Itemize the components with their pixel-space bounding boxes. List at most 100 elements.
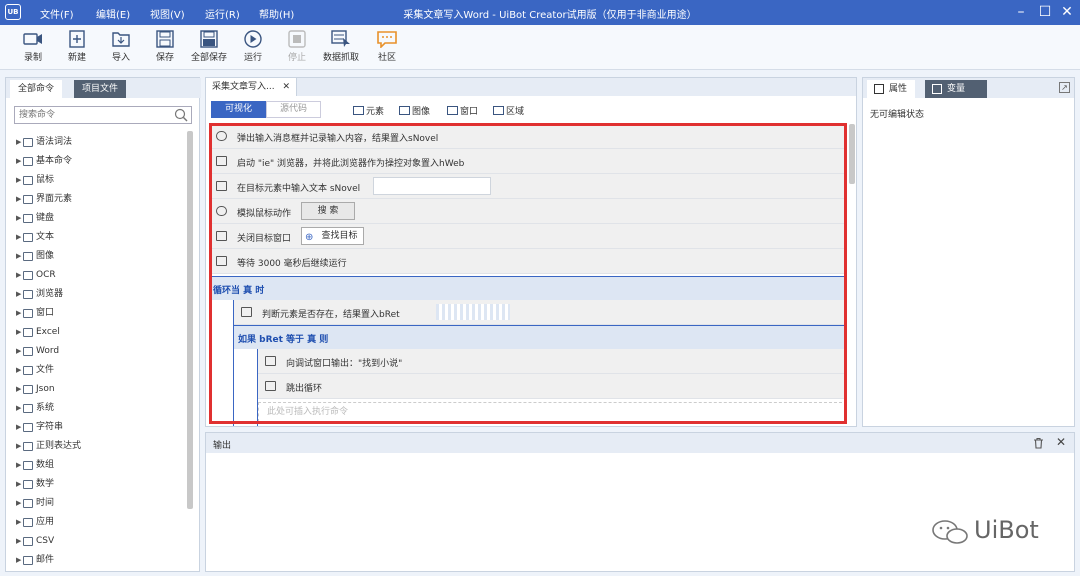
command-category[interactable]: ▶ 文本: [14, 228, 189, 247]
expand-arrow-icon[interactable]: ▶: [16, 437, 21, 456]
expand-arrow-icon[interactable]: ▶: [16, 266, 21, 285]
command-category[interactable]: ▶ 图像: [14, 247, 189, 266]
command-category[interactable]: ▶ 基本命令: [14, 152, 189, 171]
visual-mode-button[interactable]: 可视化: [211, 101, 266, 118]
flow-command-row[interactable]: 向调试窗口输出："找到小说": [258, 349, 847, 374]
expand-arrow-icon[interactable]: ▶: [16, 171, 21, 190]
command-category[interactable]: ▶ OCR: [14, 266, 189, 285]
expand-arrow-icon[interactable]: ▶: [16, 152, 21, 171]
flow-command-row[interactable]: 等待 3000 毫秒后继续运行: [209, 249, 847, 274]
close-icon[interactable]: ✕: [1058, 3, 1076, 21]
menu-run[interactable]: 运行(R): [205, 6, 240, 21]
import-button[interactable]: 导入: [99, 30, 143, 63]
record-button[interactable]: 录制: [11, 30, 55, 63]
search-icon[interactable]: [174, 108, 188, 122]
command-category[interactable]: ▶ Word: [14, 342, 189, 361]
expand-arrow-icon[interactable]: ▶: [16, 456, 21, 475]
command-category[interactable]: ▶ Excel: [14, 323, 189, 342]
find-target-button[interactable]: ⊕ 查找目标: [301, 227, 364, 245]
pick-window-label: 窗口: [460, 107, 479, 117]
data-scrape-button[interactable]: 数据抓取: [319, 30, 363, 63]
expand-arrow-icon[interactable]: ▶: [16, 380, 21, 399]
command-category[interactable]: ▶ 浏览器: [14, 285, 189, 304]
command-category[interactable]: ▶ 鼠标: [14, 171, 189, 190]
insert-command-placeholder[interactable]: 此处可插入执行命令: [258, 402, 847, 422]
clear-output-icon[interactable]: [1033, 437, 1044, 449]
command-category[interactable]: ▶ 界面元素: [14, 190, 189, 209]
expand-arrow-icon[interactable]: ▶: [16, 285, 21, 304]
command-category[interactable]: ▶ CSV: [14, 532, 189, 551]
command-category[interactable]: ▶ 系统: [14, 399, 189, 418]
command-category[interactable]: ▶ 时间: [14, 494, 189, 513]
expand-arrow-icon[interactable]: ▶: [16, 304, 21, 323]
expand-arrow-icon[interactable]: ▶: [16, 209, 21, 228]
flow-scrollbar[interactable]: [849, 124, 855, 184]
flow-command-row[interactable]: 弹出输入消息框并记录输入内容，结果置入sNovel: [209, 124, 847, 149]
command-category[interactable]: ▶ 应用: [14, 513, 189, 532]
command-scrollbar[interactable]: [187, 131, 193, 509]
expand-arrow-icon[interactable]: ▶: [16, 361, 21, 380]
menu-view[interactable]: 视图(V): [150, 6, 185, 21]
tab-all-commands[interactable]: 全部命令: [10, 80, 63, 98]
menu-file[interactable]: 文件(F): [40, 6, 74, 21]
source-mode-button[interactable]: 源代码: [266, 101, 321, 118]
command-category[interactable]: ▶ 语法词法: [14, 133, 189, 152]
expand-arrow-icon[interactable]: ▶: [16, 247, 21, 266]
expand-arrow-icon[interactable]: ▶: [16, 323, 21, 342]
loop-block-header[interactable]: 循环当 真 时: [209, 276, 847, 300]
expand-arrow-icon[interactable]: ▶: [16, 190, 21, 209]
command-category[interactable]: ▶ Json: [14, 380, 189, 399]
pick-region-button[interactable]: 区域: [493, 104, 524, 117]
minimize-icon[interactable]: –: [1012, 3, 1030, 21]
expand-arrow-icon[interactable]: ▶: [16, 133, 21, 152]
expand-arrow-icon[interactable]: ▶: [16, 342, 21, 361]
close-tab-icon[interactable]: ✕: [282, 82, 290, 92]
new-button[interactable]: 新建: [55, 30, 99, 63]
expand-arrow-icon[interactable]: ▶: [16, 513, 21, 532]
command-category[interactable]: ▶ 邮件: [14, 551, 189, 570]
flow-command-row[interactable]: 在目标元素中输入文本 sNovel: [209, 174, 847, 199]
expand-arrow-icon[interactable]: ▶: [16, 494, 21, 513]
save-label: 保存: [155, 53, 174, 63]
command-category[interactable]: ▶ 文件: [14, 361, 189, 380]
flow-command-row[interactable]: 跳出循环: [258, 374, 847, 399]
expand-arrow-icon[interactable]: ▶: [16, 418, 21, 437]
save-all-button[interactable]: 全部保存: [187, 30, 231, 63]
command-category[interactable]: ▶ 数组: [14, 456, 189, 475]
flow-command-row[interactable]: 关闭目标窗口 ⊕ 查找目标: [209, 224, 847, 249]
if-block-header[interactable]: 如果 bRet 等于 真 则: [234, 325, 847, 349]
expand-arrow-icon[interactable]: ▶: [16, 532, 21, 551]
pick-window-button[interactable]: 窗口: [447, 104, 478, 117]
expand-arrow-icon[interactable]: ▶: [16, 399, 21, 418]
flow-command-row[interactable]: 模拟鼠标动作 搜 索: [209, 199, 847, 224]
editor-tab[interactable]: 采集文章写入... ✕: [206, 78, 298, 96]
target-element-field[interactable]: [373, 177, 491, 195]
tab-properties[interactable]: 属性: [867, 80, 916, 98]
close-output-icon[interactable]: ✕: [1056, 435, 1066, 449]
command-category[interactable]: ▶ 窗口: [14, 304, 189, 323]
command-category[interactable]: ▶ 字符串: [14, 418, 189, 437]
maximize-icon[interactable]: ☐: [1036, 3, 1054, 21]
run-button[interactable]: 运行: [231, 30, 275, 63]
expand-arrow-icon[interactable]: ▶: [16, 228, 21, 247]
expand-panel-icon[interactable]: ↗: [1059, 82, 1070, 93]
word-icon: [23, 347, 33, 356]
menu-edit[interactable]: 编辑(E): [96, 6, 130, 21]
command-category[interactable]: ▶ 键盘: [14, 209, 189, 228]
expand-arrow-icon[interactable]: ▶: [16, 475, 21, 494]
flow-command-row[interactable]: 判断元素是否存在，结果置入bRet: [234, 300, 847, 325]
command-category[interactable]: ▶ 数学: [14, 475, 189, 494]
stop-button[interactable]: 停止: [275, 30, 319, 63]
command-category[interactable]: ▶ 正则表达式: [14, 437, 189, 456]
pick-element-button[interactable]: 元素: [353, 104, 384, 117]
tab-variables[interactable]: 变量: [925, 80, 987, 98]
save-button[interactable]: 保存: [143, 30, 187, 63]
tab-project-files[interactable]: 项目文件: [74, 80, 127, 98]
flow-command-row[interactable]: 启动 "ie" 浏览器，并将此浏览器作为操控对象置入hWeb: [209, 149, 847, 174]
command-search-input[interactable]: [15, 107, 165, 123]
search-target-button[interactable]: 搜 索: [301, 202, 355, 220]
community-button[interactable]: 社区: [365, 30, 409, 63]
expand-arrow-icon[interactable]: ▶: [16, 551, 21, 570]
pick-image-button[interactable]: 图像: [399, 104, 430, 117]
menu-help[interactable]: 帮助(H): [259, 6, 294, 21]
